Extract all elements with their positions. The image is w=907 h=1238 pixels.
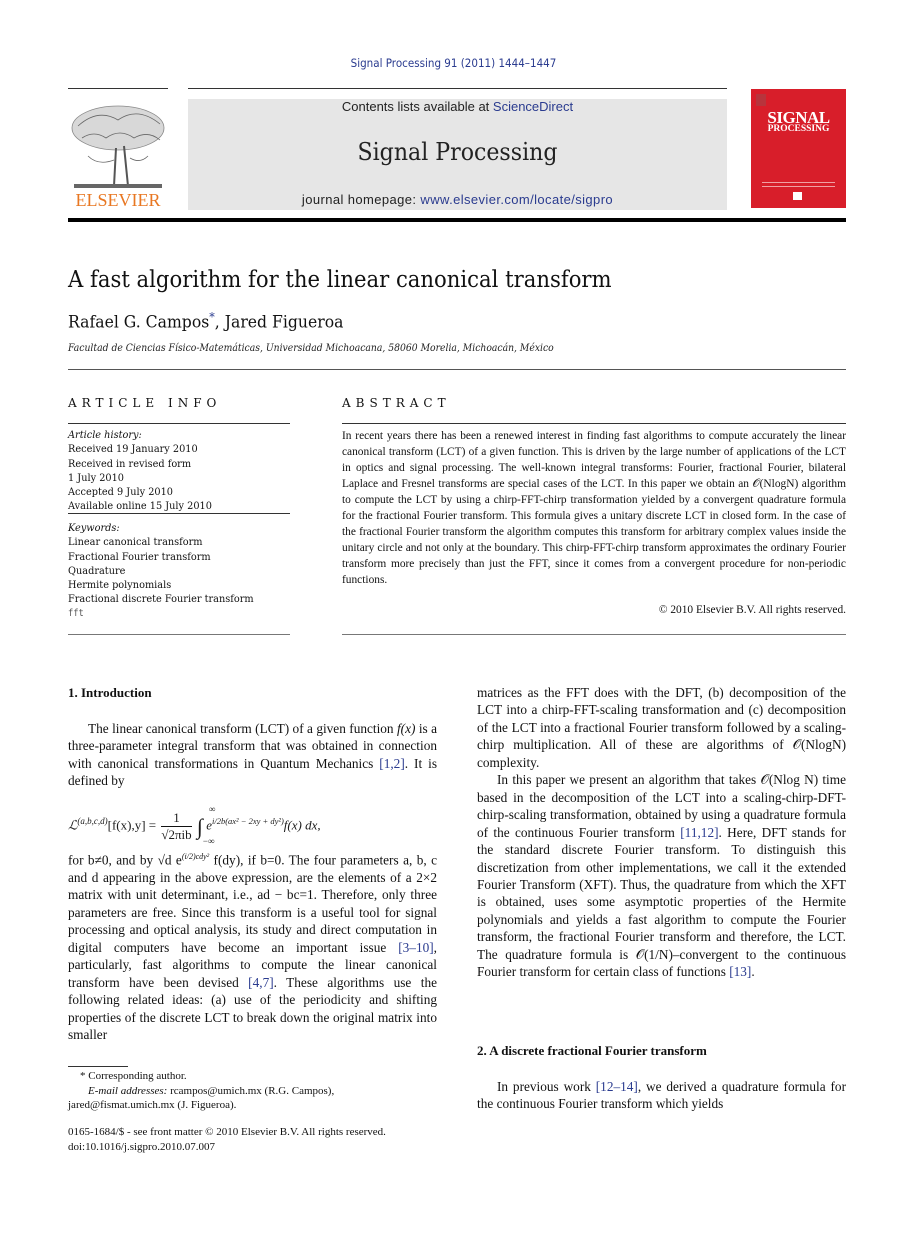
history-item: Available online 15 July 2010: [68, 500, 212, 513]
keywords: Keywords: Linear canonical transform Fra…: [68, 521, 254, 621]
citation-link[interactable]: [4,7]: [248, 975, 273, 990]
header-divider: [68, 88, 168, 89]
text-run: f(dy), if b=0. The four parameters a, b,…: [68, 852, 438, 955]
eq-lhs-sup: (a,b,c,d): [77, 816, 108, 827]
cover-badge-icon: [793, 192, 802, 200]
email-address[interactable]: rcampos@umich.mx (R.G. Campos),: [167, 1085, 334, 1097]
cover-divider: [762, 182, 835, 183]
history-item: Received in revised form: [68, 457, 192, 470]
keyword: fft: [68, 607, 84, 619]
section-heading-discrete-frft: 2. A discrete fractional Fourier transfo…: [477, 1043, 707, 1058]
cover-logo-icon: [756, 94, 766, 106]
text-run: In previous work: [497, 1079, 596, 1094]
eq-fraction: 1 √2πib: [161, 810, 192, 843]
history-item: 1 July 2010: [68, 471, 125, 484]
article-title: A fast algorithm for the linear canonica…: [68, 267, 612, 293]
math-exponent: (i/2)cdy²: [181, 852, 210, 861]
abstract-copyright: © 2010 Elsevier B.V. All rights reserved…: [658, 604, 846, 616]
eq-denominator: √2πib: [161, 827, 192, 842]
section-heading-introduction: 1. Introduction: [68, 685, 152, 700]
text-run: The linear canonical transform (LCT) of …: [88, 721, 397, 736]
front-matter: 0165-1684/$ - see front matter © 2010 El…: [68, 1125, 437, 1155]
abstract-text: In recent years there has been a renewed…: [342, 430, 846, 587]
abstract-divider: [342, 423, 846, 424]
author-name[interactable]: Rafael G. Campos: [68, 313, 209, 333]
integral-upper: ∞: [208, 803, 216, 814]
elsevier-wordmark[interactable]: ELSEVIER: [68, 190, 168, 211]
doi[interactable]: doi:10.1016/j.sigpro.2010.07.007: [68, 1140, 437, 1155]
homepage-prefix: journal homepage:: [301, 192, 421, 207]
citation-link[interactable]: [11,12]: [680, 825, 718, 840]
citation-link[interactable]: [3–10]: [398, 940, 433, 955]
integral-lower: −∞: [202, 835, 215, 846]
keyword: Linear canonical transform: [68, 536, 203, 549]
intro-paragraph-1: The linear canonical transform (LCT) of …: [68, 720, 437, 790]
intro-paragraph-3: matrices as the FFT does with the DFT, (…: [477, 685, 846, 770]
author-list: Rafael G. Campos*, Jared Figueroa: [68, 310, 343, 333]
header-thick-divider: [68, 218, 846, 222]
cover-title-processing: PROCESSING: [767, 124, 830, 134]
eq-numerator: 1: [161, 810, 192, 827]
abstract-divider: [342, 634, 846, 635]
text-run: for b≠0, and by √d e: [68, 852, 182, 868]
history-item: Received 19 January 2010: [68, 443, 198, 456]
citation-link[interactable]: [12–14]: [596, 1079, 638, 1094]
keyword: Fractional Fourier transform: [68, 550, 211, 563]
issn-copyright: 0165-1684/$ - see front matter © 2010 El…: [68, 1126, 386, 1138]
keyword: Fractional discrete Fourier transform: [68, 593, 254, 606]
text-run: . Here, DFT stands for the standard disc…: [477, 824, 846, 980]
eq-args: [f(x),y] =: [107, 817, 157, 833]
eq-lhs: ℒ: [68, 817, 78, 833]
info-divider: [68, 513, 290, 514]
email-note: E-mail addresses: rcampos@umich.mx (R.G.…: [68, 1084, 437, 1099]
homepage-line: journal homepage: www.elsevier.com/locat…: [188, 192, 727, 207]
sciencedirect-link[interactable]: ScienceDirect: [493, 99, 573, 114]
contents-line: Contents lists available at ScienceDirec…: [188, 99, 727, 114]
history-label: Article history:: [68, 429, 142, 441]
footnote-divider: [68, 1066, 128, 1067]
text-run: .: [751, 964, 755, 980]
eq-rhs: f(x) dx,: [283, 817, 321, 833]
footnotes: * Corresponding author. E-mail addresses…: [68, 1069, 437, 1113]
author-separator: ,: [214, 312, 225, 333]
article-history: Article history: Received 19 January 201…: [68, 428, 212, 514]
section2-paragraph: In previous work [12–14], we derived a q…: [477, 1078, 846, 1113]
keywords-label: Keywords:: [68, 522, 120, 534]
cover-divider: [762, 186, 835, 187]
intro-paragraph-2: for b≠0, and by √d e(i/2)cdy² f(dy), if …: [68, 848, 437, 1043]
journal-name: Signal Processing: [357, 138, 558, 166]
affiliation: Facultad de Ciencias Físico-Matemáticas,…: [68, 342, 554, 354]
email-address[interactable]: jared@fismat.umich.mx (J. Figueroa).: [68, 1098, 437, 1113]
eq-exponent: i/2b(ax² − 2xy + dy²): [211, 816, 284, 827]
history-item: Accepted 9 July 2010: [68, 486, 173, 499]
abstract-heading: ABSTRACT: [342, 396, 451, 410]
intro-right-column: matrices as the FFT does with the DFT, (…: [477, 684, 846, 981]
info-divider: [68, 423, 290, 424]
info-divider: [68, 634, 290, 635]
eq-integral: ∫ ∞ −∞: [197, 804, 215, 846]
journal-homepage-link[interactable]: www.elsevier.com/locate/sigpro: [420, 192, 613, 207]
header-divider: [188, 88, 727, 89]
lct-definition-equation: ℒ(a,b,c,d)[f(x),y] = 1 √2πib ∫ ∞ −∞ ei/2b(a…: [68, 800, 437, 848]
citation-link[interactable]: [1,2]: [379, 756, 404, 771]
email-label: E-mail addresses:: [88, 1084, 168, 1097]
article-info-heading: ARTICLE INFO: [68, 396, 222, 410]
intro-paragraph-4: In this paper we present an algorithm th…: [477, 771, 846, 980]
contents-prefix: Contents lists available at: [341, 99, 493, 114]
keyword: Quadrature: [68, 564, 126, 577]
corresponding-author-note: * Corresponding author.: [80, 1070, 187, 1082]
journal-cover-image[interactable]: [751, 89, 846, 208]
keyword: Hermite polynomials: [68, 579, 172, 592]
section-divider: [68, 369, 846, 370]
author-name[interactable]: Jared Figueroa: [225, 313, 344, 333]
citation-link[interactable]: [13]: [729, 964, 751, 979]
math-inline: f(x): [396, 721, 416, 736]
journal-citation-link[interactable]: Signal Processing 91 (2011) 1444–1447: [45, 56, 861, 70]
